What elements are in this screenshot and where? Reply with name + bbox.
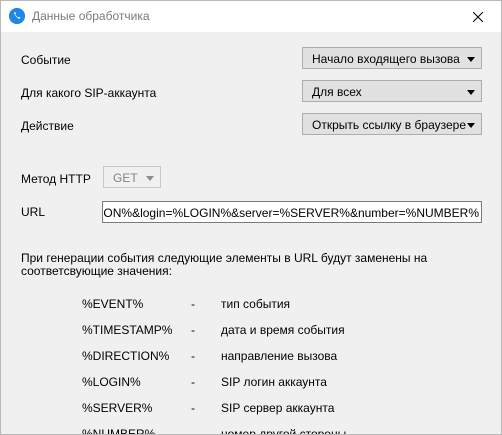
chevron-down-icon: [467, 123, 475, 128]
chevron-down-icon: [146, 176, 154, 181]
list-item: %EVENT% - тип события: [1, 297, 501, 313]
window-title: Данные обработчика: [32, 9, 150, 23]
title-bar: Данные обработчика: [1, 1, 501, 32]
list-item: %NUMBER% - номер другой стороны: [1, 427, 501, 435]
placeholder-token: %DIRECTION%: [82, 349, 170, 363]
list-item: %TIMESTAMP% - дата и время события: [1, 323, 501, 339]
chevron-down-icon: [467, 57, 475, 62]
chevron-down-icon: [467, 90, 475, 95]
list-item: %LOGIN% - SIP логин аккаунта: [1, 375, 501, 391]
close-button[interactable]: [455, 1, 501, 32]
handler-dialog: Данные обработчика Событие Начало входящ…: [0, 0, 502, 435]
app-logo-icon: [9, 8, 25, 24]
placeholder-meaning: SIP логин аккаунта: [221, 375, 327, 389]
placeholder-dash: -: [191, 427, 195, 435]
placeholder-meaning: SIP сервер аккаунта: [221, 401, 335, 415]
action-label: Действие: [21, 119, 74, 133]
url-input-value: IRECTION%&login=%LOGIN%&server=%SERVER%&…: [102, 206, 479, 220]
event-label: Событие: [21, 53, 71, 67]
placeholder-token: %EVENT%: [82, 297, 144, 311]
event-select[interactable]: Начало входящего вызова: [302, 47, 482, 69]
placeholder-dash: -: [191, 323, 195, 337]
placeholder-meaning: дата и время события: [221, 323, 345, 337]
event-select-value: Начало входящего вызова: [312, 52, 460, 66]
placeholder-meaning: направление вызова: [221, 349, 338, 363]
list-item: %DIRECTION% - направление вызова: [1, 349, 501, 365]
placeholder-dash: -: [191, 375, 195, 389]
placeholder-token: %TIMESTAMP%: [82, 323, 173, 337]
http-method-label: Метод HTTP: [21, 172, 91, 186]
placeholder-dash: -: [191, 349, 195, 363]
http-method-select[interactable]: GET: [103, 166, 161, 188]
placeholder-dash: -: [191, 401, 195, 415]
url-input[interactable]: IRECTION%&login=%LOGIN%&server=%SERVER%&…: [102, 201, 482, 223]
sip-account-select[interactable]: Для всех: [302, 80, 482, 102]
placeholder-token: %SERVER%: [82, 401, 153, 415]
placeholder-meaning: тип события: [221, 297, 291, 311]
sip-account-label: Для какого SIP-аккаунта: [21, 86, 157, 100]
list-item: %SERVER% - SIP сервер аккаунта: [1, 401, 501, 417]
placeholder-meaning: номер другой стороны: [221, 427, 347, 435]
substitution-description: При генерации события следующие элементы…: [21, 251, 428, 278]
http-method-select-value: GET: [113, 171, 138, 185]
close-icon: [473, 11, 483, 22]
placeholder-token: %LOGIN%: [82, 375, 141, 389]
url-label: URL: [21, 205, 46, 219]
action-select[interactable]: Открыть ссылку в браузере: [302, 113, 482, 135]
sip-account-select-value: Для всех: [312, 85, 362, 99]
placeholder-dash: -: [191, 297, 195, 311]
action-select-value: Открыть ссылку в браузере: [312, 118, 466, 132]
placeholder-token: %NUMBER%: [82, 427, 156, 435]
